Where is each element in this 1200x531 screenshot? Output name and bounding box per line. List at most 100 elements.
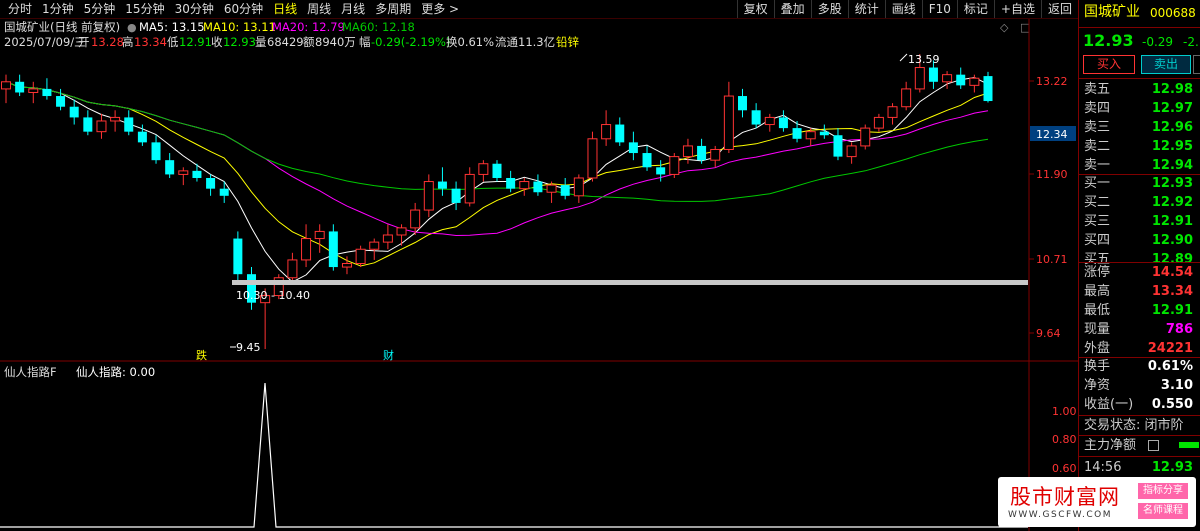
candle-body[interactable] <box>314 230 325 240</box>
kline-chart[interactable]: 国城矿业(日线 前复权) ● MA5: 13.15 MA10: 13.11 MA… <box>0 19 1078 531</box>
stats-row[interactable]: 最高 13.34 <box>1079 282 1200 301</box>
settings-icon[interactable]: ● <box>127 21 137 34</box>
event-marker-finance[interactable]: 财 <box>383 348 394 362</box>
candle-body[interactable] <box>615 124 625 143</box>
candle-body[interactable] <box>697 145 707 161</box>
candle-body[interactable] <box>437 181 447 189</box>
candle-body[interactable] <box>410 209 421 229</box>
candle-body[interactable] <box>287 259 298 279</box>
candle-body[interactable] <box>355 248 366 264</box>
asks-row[interactable]: 卖五 12.98 <box>1079 80 1200 99</box>
tab-period-3[interactable]: 15分钟 <box>121 2 170 17</box>
candle-body[interactable] <box>396 227 407 236</box>
asks-row[interactable]: 卖三 12.96 <box>1079 118 1200 137</box>
stats-row[interactable]: 现量 786 <box>1079 320 1200 339</box>
candle-body[interactable] <box>341 262 352 268</box>
candle-body[interactable] <box>983 76 993 102</box>
candle-body[interactable] <box>137 131 147 143</box>
event-marker-down[interactable]: 跌 <box>196 348 207 362</box>
tab-period-8[interactable]: 月线 <box>337 2 371 17</box>
candle-body[interactable] <box>178 170 189 175</box>
candle-body[interactable] <box>15 81 25 93</box>
candle-body[interactable] <box>519 181 530 190</box>
candle-body[interactable] <box>901 88 912 108</box>
tab-period-6[interactable]: 日线 <box>269 2 303 17</box>
candle-body[interactable] <box>887 106 898 118</box>
candle-body[interactable] <box>506 177 516 189</box>
candle-body[interactable] <box>669 156 680 175</box>
candle-body[interactable] <box>233 238 243 275</box>
candle-body[interactable] <box>124 117 134 132</box>
toolbar-button-0[interactable]: 复权 <box>736 0 774 18</box>
main-net-row[interactable]: 主力净额 <box>1079 436 1200 455</box>
toolbar-button-6[interactable]: 标记 <box>956 0 994 18</box>
stats2-row[interactable]: 净资 3.10 <box>1079 376 1200 395</box>
candle-body[interactable] <box>96 120 107 133</box>
candle-body[interactable] <box>805 131 816 140</box>
candle-body[interactable] <box>28 88 39 93</box>
toolbar-button-8[interactable]: 返回 <box>1040 0 1078 18</box>
asks-row[interactable]: 卖二 12.95 <box>1079 137 1200 156</box>
bids-row[interactable]: 买四 12.90 <box>1079 231 1200 250</box>
asks-row[interactable]: 卖四 12.97 <box>1079 99 1200 118</box>
buy-button[interactable]: 买入 <box>1083 55 1135 74</box>
candle-body[interactable] <box>165 160 175 175</box>
candle-body[interactable] <box>328 231 338 268</box>
bids-row[interactable]: 买一 12.93 <box>1079 174 1200 193</box>
expand-icon[interactable]: ◇ <box>1000 21 1009 34</box>
candle-body[interactable] <box>369 241 380 250</box>
candle-body[interactable] <box>382 234 393 243</box>
candle-body[interactable] <box>151 142 161 161</box>
candle-body[interactable] <box>778 117 788 129</box>
candle-body[interactable] <box>710 148 721 161</box>
stats2-row[interactable]: 收益(一) 0.550 <box>1079 395 1200 414</box>
stats-row[interactable]: 最低 12.91 <box>1079 301 1200 320</box>
sub-indicator-title[interactable]: 仙人指路F <box>4 365 57 379</box>
candle-body[interactable] <box>819 131 829 136</box>
candle-body[interactable] <box>587 138 598 179</box>
candle-body[interactable] <box>723 95 734 150</box>
toolbar-button-4[interactable]: 画线 <box>884 0 922 18</box>
candle-body[interactable] <box>764 116 775 126</box>
candle-body[interactable] <box>1 81 11 90</box>
sell-button[interactable]: 卖出 <box>1141 55 1191 74</box>
candle-body[interactable] <box>546 184 557 193</box>
toolbar-button-3[interactable]: 统计 <box>847 0 885 18</box>
candle-body[interactable] <box>628 142 638 154</box>
candle-body[interactable] <box>751 110 761 125</box>
tab-period-2[interactable]: 5分钟 <box>80 2 122 17</box>
candle-body[interactable] <box>873 116 884 129</box>
candle-body[interactable] <box>69 106 79 118</box>
candle-body[interactable] <box>83 117 93 132</box>
candle-body[interactable] <box>192 170 202 178</box>
stats-row[interactable]: 外盘 24221 <box>1079 339 1200 358</box>
candle-body[interactable] <box>423 181 434 211</box>
candle-body[interactable] <box>928 67 938 82</box>
candle-body[interactable] <box>833 135 843 157</box>
candle-body[interactable] <box>451 188 461 203</box>
candle-body[interactable] <box>478 163 489 175</box>
candle-body[interactable] <box>560 185 570 196</box>
candle-body[interactable] <box>219 188 229 196</box>
candle-body[interactable] <box>942 74 953 83</box>
asks-row[interactable]: 卖一 12.94 <box>1079 156 1200 175</box>
candle-body[interactable] <box>464 173 475 204</box>
tab-period-10[interactable]: 更多 > <box>417 2 465 17</box>
tab-period-1[interactable]: 1分钟 <box>38 2 80 17</box>
candle-body[interactable] <box>860 127 871 147</box>
tab-period-0[interactable]: 分时 <box>4 2 38 17</box>
candle-body[interactable] <box>738 96 747 111</box>
candle-body[interactable] <box>846 145 857 158</box>
tab-period-4[interactable]: 30分钟 <box>171 2 220 17</box>
bids-row[interactable]: 买二 12.92 <box>1079 193 1200 212</box>
candle-body[interactable] <box>42 88 52 97</box>
candle-body[interactable] <box>110 116 121 122</box>
stats-row[interactable]: 涨停 14.54 <box>1079 263 1200 282</box>
candle-body[interactable] <box>792 128 802 139</box>
candle-body[interactable] <box>642 153 652 168</box>
candle-body[interactable] <box>492 163 502 178</box>
candle-body[interactable] <box>301 238 312 261</box>
candle-body[interactable] <box>969 77 980 86</box>
candle-body[interactable] <box>656 167 666 175</box>
candle-body[interactable] <box>914 67 925 90</box>
